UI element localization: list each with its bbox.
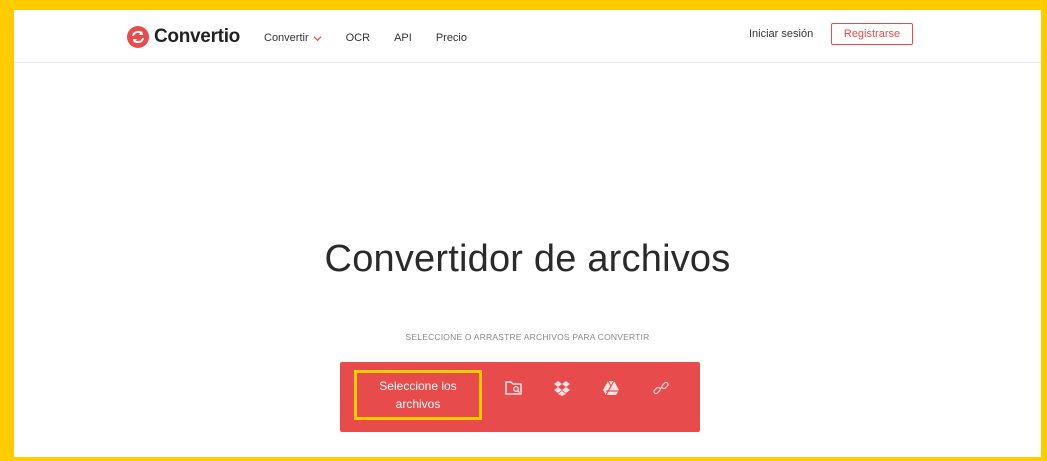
highlight-frame-bottom [0, 457, 1047, 461]
file-select-bar[interactable]: Seleccione los archivos [340, 362, 700, 432]
register-button-label: Registrarse [843, 28, 901, 40]
top-header: Convertio Convertir OCR API Precio Inici… [14, 10, 1041, 63]
select-files-button[interactable]: Seleccione los archivos [354, 370, 482, 420]
folder-search-icon[interactable] [505, 379, 523, 397]
link-icon[interactable] [652, 379, 670, 397]
highlight-frame-right [1041, 0, 1047, 461]
google-drive-icon[interactable] [602, 379, 620, 397]
select-files-label-line2: archivos [395, 397, 441, 411]
auth-area: Iniciar sesión Registrarse [14, 23, 1041, 49]
highlight-frame-top [0, 0, 1047, 10]
select-files-label-line1: Seleccione los [379, 379, 457, 393]
dropbox-icon[interactable] [553, 379, 571, 397]
page-title: Convertidor de archivos [324, 238, 731, 280]
register-button[interactable]: Registrarse [831, 23, 913, 45]
login-link[interactable]: Iniciar sesión [749, 28, 813, 40]
highlight-frame-left [0, 0, 14, 461]
page: Convertio Convertir OCR API Precio Inici… [14, 10, 1041, 457]
drop-instruction: SELECCIONE O ARRASTRE ARCHIVOS PARA CONV… [405, 332, 650, 342]
